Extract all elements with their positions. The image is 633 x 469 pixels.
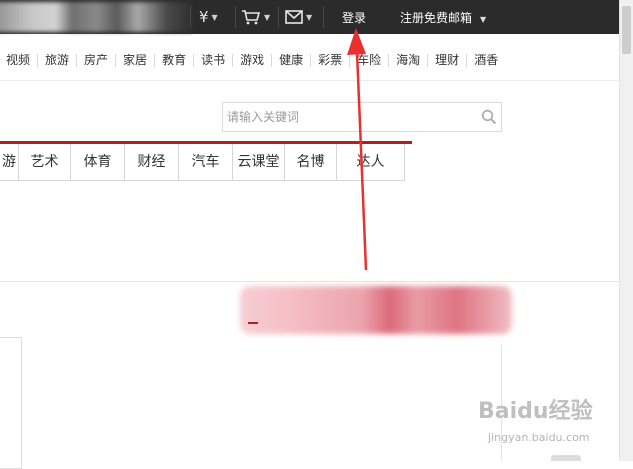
mail-icon[interactable]: ▼ (285, 6, 312, 28)
side-panel (0, 337, 22, 469)
blurred-logo (0, 2, 195, 32)
channel-link[interactable]: 教育 (154, 53, 193, 67)
category-tab[interactable]: 体育 (71, 144, 125, 180)
accent-mark (248, 322, 258, 324)
register-mail-link[interactable]: 注册免费邮箱 ▼ (400, 9, 486, 26)
search-box (222, 102, 502, 132)
chevron-down-icon: ▼ (480, 15, 487, 24)
channel-nav: 视频 旅游 房产 家居 教育 读书 游戏 健康 彩票 车险 海淘 理财 酒香 (0, 50, 505, 70)
cart-glyph (242, 10, 261, 25)
yen-glyph: ¥ (199, 8, 209, 26)
toolbar-separator (235, 6, 236, 28)
channel-link[interactable]: 酒香 (466, 53, 505, 67)
watermark-brand: Baidu经验 (478, 399, 593, 424)
search-icon[interactable] (481, 109, 497, 125)
gray-tab (551, 455, 581, 461)
category-tab[interactable]: 财经 (125, 144, 179, 180)
category-tabs: 游艺术 体育 财经 汽车 云课堂 名博 达人 (0, 144, 405, 181)
cart-icon[interactable]: ▼ (241, 6, 270, 28)
divider (501, 345, 502, 461)
chevron-down-icon: ▼ (306, 12, 313, 22)
divider (0, 281, 620, 282)
chevron-down-icon: ▼ (264, 12, 271, 22)
toolbar-separator (190, 6, 191, 28)
channel-link[interactable]: 车险 (349, 53, 388, 67)
channel-link[interactable]: 旅游 (37, 53, 76, 67)
chevron-down-icon: ▼ (211, 12, 218, 22)
category-tab[interactable]: 名博 (285, 144, 337, 180)
divider (0, 80, 620, 81)
channel-link[interactable]: 健康 (271, 53, 310, 67)
category-tab[interactable]: 达人 (337, 144, 405, 180)
register-mail-label: 注册免费邮箱 (400, 11, 473, 25)
login-link[interactable]: 登录 (342, 9, 366, 26)
channel-link[interactable]: 家居 (115, 53, 154, 67)
channel-link[interactable]: 读书 (193, 53, 232, 67)
watermark-logo: Baidu经验 (478, 393, 593, 425)
search-input[interactable] (223, 103, 472, 131)
toolbar-separator (278, 6, 279, 28)
category-tab[interactable]: 汽车 (179, 144, 233, 180)
mail-glyph (285, 10, 303, 24)
channel-link[interactable]: 海淘 (388, 53, 427, 67)
channel-link[interactable]: 彩票 (310, 53, 349, 67)
channel-link[interactable]: 理财 (427, 53, 466, 67)
channel-link[interactable]: 房产 (76, 53, 115, 67)
scrollbar-thumb[interactable] (622, 6, 631, 54)
top-toolbar: ¥ ▼ ▼ ▼ 登录 注册免费邮箱 ▼ (0, 0, 620, 34)
category-tab[interactable]: 云课堂 (233, 144, 285, 180)
category-tab[interactable]: 艺术 (19, 144, 71, 180)
toolbar-separator (323, 6, 324, 28)
vertical-scrollbar[interactable] (619, 0, 633, 461)
yen-icon[interactable]: ¥ ▼ (199, 6, 218, 28)
channel-link[interactable]: 游戏 (232, 53, 271, 67)
category-tab[interactable]: 游 (0, 144, 19, 180)
channel-link[interactable]: 视频 (0, 53, 37, 67)
baidu-jingyan-watermark: Baidu经验 jingyan.baidu.com (478, 393, 608, 453)
watermark-url: jingyan.baidu.com (488, 431, 590, 444)
blurred-banner (240, 286, 512, 334)
